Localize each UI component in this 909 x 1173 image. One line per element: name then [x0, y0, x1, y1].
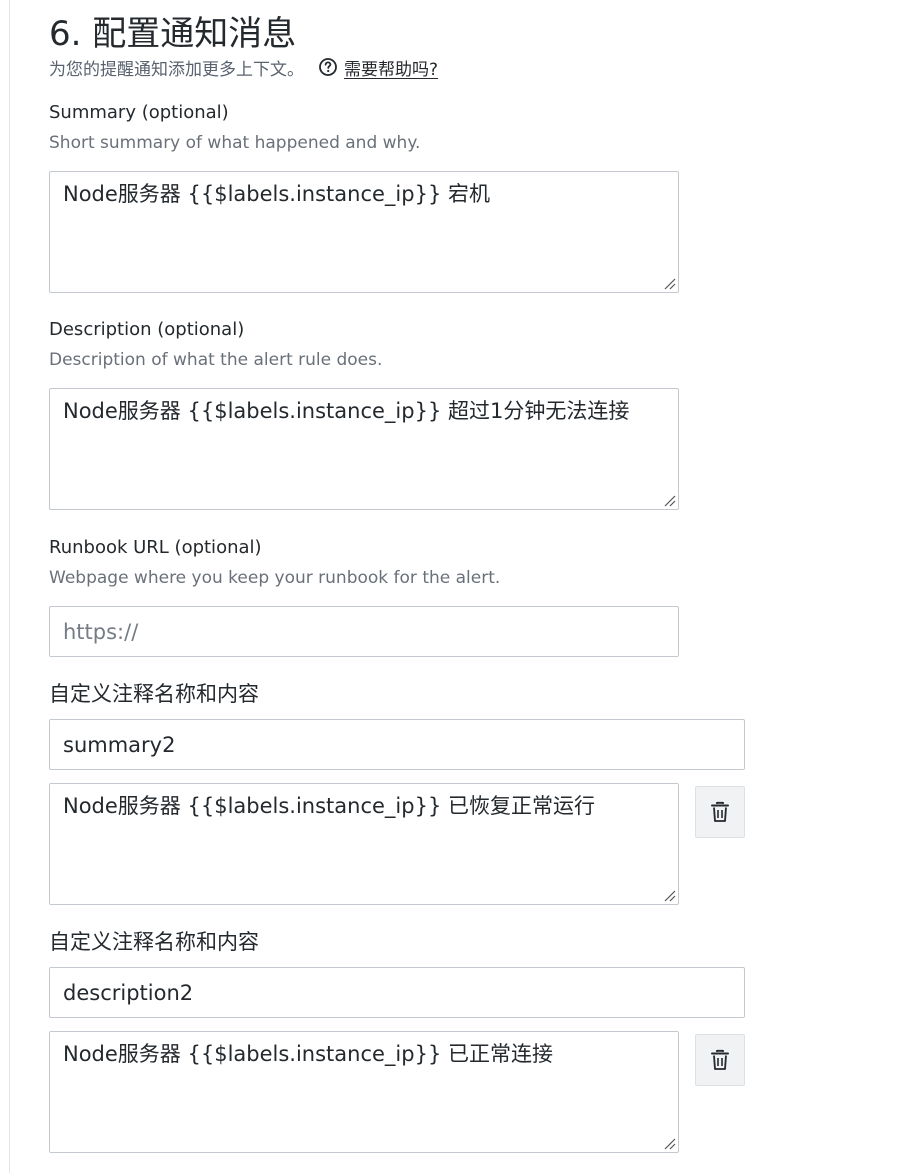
resize-grip-icon[interactable]: [662, 888, 676, 902]
runbook-url-input[interactable]: https://: [49, 606, 679, 657]
summary-label: Summary (optional): [49, 102, 229, 123]
trash-icon: [711, 1049, 729, 1070]
description-textarea-value: Node服务器 {{$labels.instance_ip}} 超过1分钟无法连…: [63, 399, 630, 423]
help-link-label: 需要帮助吗?: [344, 59, 439, 80]
resize-grip-icon[interactable]: [662, 1136, 676, 1150]
trash-icon: [711, 801, 729, 822]
help-link[interactable]: 需要帮助吗?: [318, 55, 438, 80]
resize-grip-icon[interactable]: [662, 493, 676, 507]
delete-annotation-button[interactable]: [695, 1034, 745, 1086]
section-subtitle: 为您的提醒通知添加更多上下文。: [49, 59, 304, 80]
section-subtitle-row: 为您的提醒通知添加更多上下文。 需要帮助吗?: [49, 55, 438, 80]
custom-annotation-name-value: description2: [63, 981, 194, 1005]
custom-annotation-heading: 自定义注释名称和内容: [49, 682, 259, 706]
summary-description: Short summary of what happened and why.: [49, 133, 421, 153]
custom-annotation-content-value: Node服务器 {{$labels.instance_ip}} 已正常连接: [63, 1042, 553, 1066]
runbook-description: Webpage where you keep your runbook for …: [49, 568, 501, 588]
custom-annotation-name-input[interactable]: summary2: [49, 719, 745, 770]
delete-annotation-button[interactable]: [695, 786, 745, 838]
custom-annotation-content-value: Node服务器 {{$labels.instance_ip}} 已恢复正常运行: [63, 794, 595, 818]
custom-annotation-content-textarea[interactable]: Node服务器 {{$labels.instance_ip}} 已恢复正常运行: [49, 783, 679, 905]
custom-annotation-content-textarea[interactable]: Node服务器 {{$labels.instance_ip}} 已正常连接: [49, 1031, 679, 1153]
custom-annotation-heading: 自定义注释名称和内容: [49, 930, 259, 954]
summary-textarea[interactable]: Node服务器 {{$labels.instance_ip}} 宕机: [49, 171, 679, 293]
runbook-label: Runbook URL (optional): [49, 537, 262, 558]
description-textarea[interactable]: Node服务器 {{$labels.instance_ip}} 超过1分钟无法连…: [49, 388, 679, 510]
description-label: Description (optional): [49, 319, 245, 340]
description-description: Description of what the alert rule does.: [49, 350, 383, 370]
page-divider: [9, 0, 10, 1173]
summary-textarea-value: Node服务器 {{$labels.instance_ip}} 宕机: [63, 182, 490, 206]
runbook-url-placeholder: https://: [63, 620, 139, 644]
custom-annotation-name-value: summary2: [63, 733, 176, 757]
section-title: 6. 配置通知消息: [49, 14, 297, 54]
question-circle-icon: [318, 57, 338, 77]
custom-annotation-name-input[interactable]: description2: [49, 967, 745, 1018]
resize-grip-icon[interactable]: [662, 276, 676, 290]
